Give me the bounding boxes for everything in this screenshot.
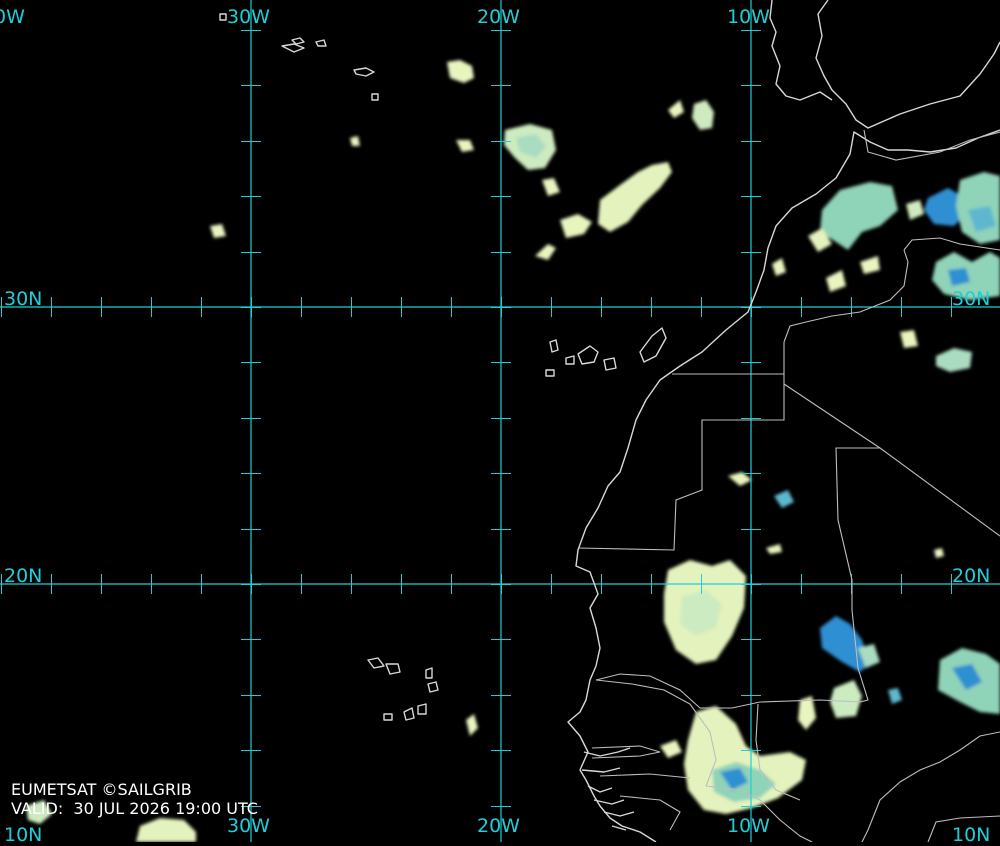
- credit-valid-time: VALID: 30 JUL 2026 19:00 UTC: [11, 799, 258, 818]
- label-30n-right: 30N: [952, 288, 991, 310]
- label-10n-bottom-left: 10N: [4, 824, 43, 846]
- credit-source: EUMETSAT ©SAILGRIB: [11, 780, 192, 799]
- label-20w-bottom: 20W: [477, 815, 520, 837]
- label-20w-top: 20W: [477, 6, 520, 28]
- label-30w-top: 30W: [227, 6, 270, 28]
- label-20n-left: 20N: [4, 565, 43, 587]
- label-10w-top: 10W: [727, 6, 770, 28]
- label-20n-right: 20N: [952, 565, 991, 587]
- label-10w-bottom: 10W: [727, 815, 770, 837]
- label-40w-top-partial: 0W: [0, 6, 25, 28]
- satellite-map: [0, 0, 1000, 842]
- label-30n-left: 30N: [4, 288, 43, 310]
- label-10n-bottom-right: 10N: [952, 824, 991, 846]
- label-30w-bottom: 30W: [227, 815, 270, 837]
